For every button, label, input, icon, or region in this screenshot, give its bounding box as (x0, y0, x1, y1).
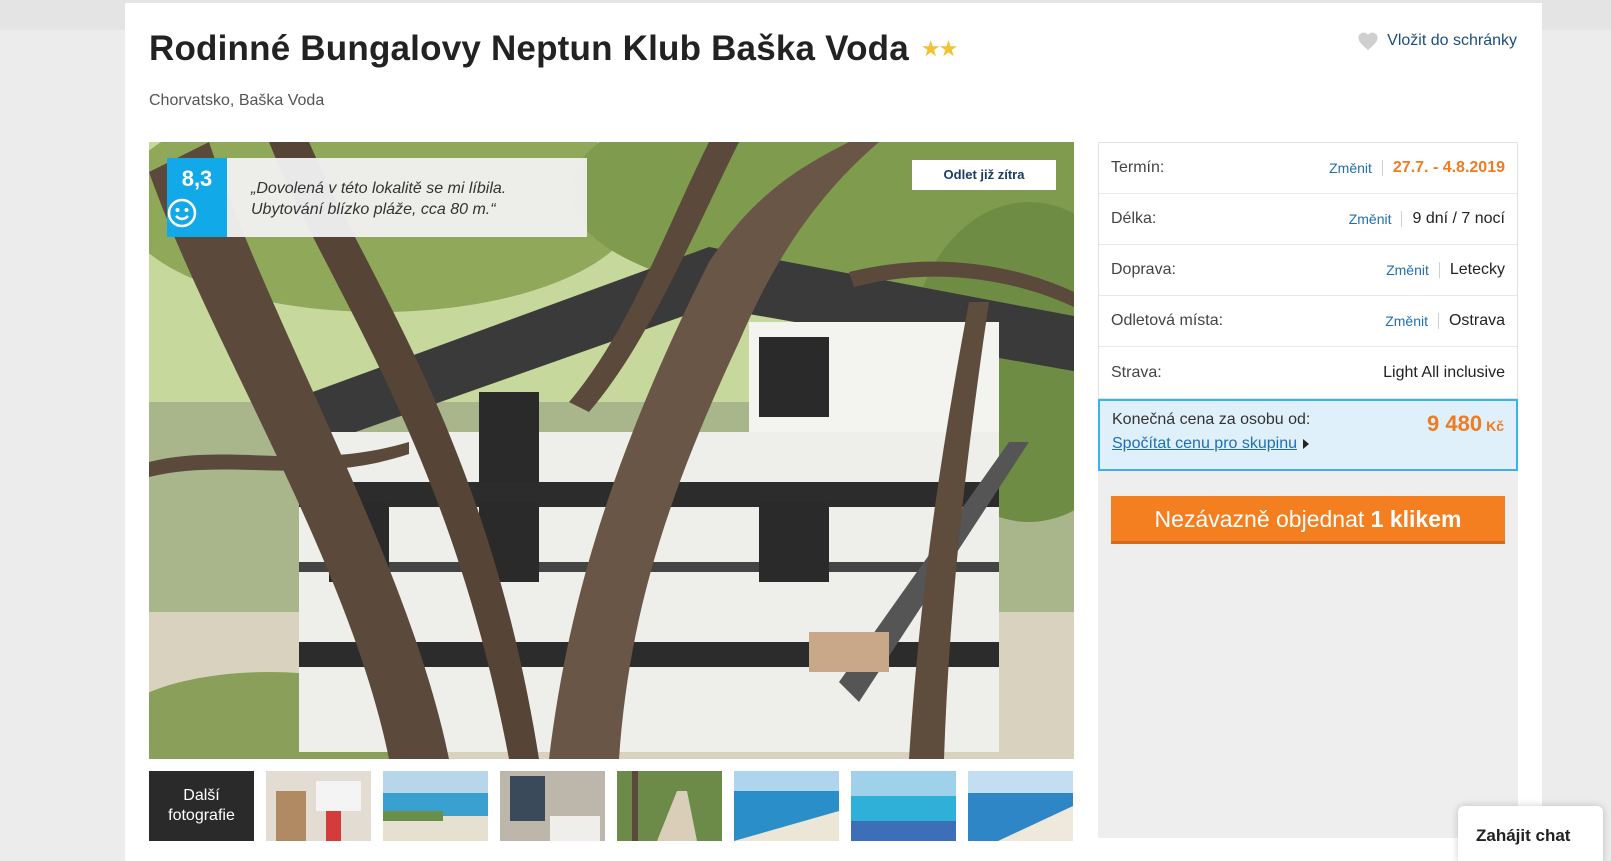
more-photos-button[interactable]: Další fotografie (149, 771, 254, 841)
thumbnail-path[interactable] (617, 771, 722, 841)
transport-label: Doprava: (1111, 261, 1176, 278)
group-price-link[interactable]: Spočítat cenu pro skupinu (1112, 435, 1310, 453)
order-button-prefix: Nezávazně objednat (1154, 506, 1365, 532)
rating-score: 8,3 (181, 166, 213, 191)
thumbnail-room-image (500, 771, 605, 841)
title-row: Rodinné Bungalovy Neptun Klub Baška Voda… (149, 29, 958, 69)
length-label: Délka: (1111, 210, 1157, 227)
thumbnail-beach-1-image (383, 771, 488, 841)
row-term: Termín: Změnit 27.7. - 4.8.2019 (1099, 143, 1517, 194)
order-button[interactable]: Nezávazně objednat 1 klikem (1111, 496, 1505, 544)
hotel-location: Chorvatsko, Baška Voda (149, 92, 325, 109)
thumbnail-interior[interactable] (266, 771, 371, 841)
heart-icon (1358, 32, 1378, 51)
favorites-label: Vložit do schránky (1387, 32, 1517, 49)
price-amount: 9 480 (1427, 411, 1483, 436)
review-badge[interactable]: 8,3 „Dovolená v této lokalitě se mi líbi… (167, 158, 587, 237)
thumbnail-beach-2-image (734, 771, 839, 841)
price-value: 9 480 Kč (1427, 411, 1504, 437)
arrow-right-icon (1303, 438, 1310, 449)
main-hotel-photo[interactable]: 8,3 „Dovolená v této lokalitě se mi líbi… (149, 142, 1074, 759)
length-value: 9 dní / 7 nocí (1412, 210, 1505, 227)
board-value: Light All inclusive (1383, 363, 1505, 381)
thumbnail-beach-3-image (851, 771, 956, 841)
term-label: Termín: (1111, 159, 1165, 176)
departure-value: Ostrava (1448, 312, 1505, 329)
add-to-favorites-button[interactable]: Vložit do schránky (1357, 31, 1517, 51)
start-chat-button[interactable]: Zahájit chat (1458, 806, 1603, 861)
change-departure-link[interactable]: Změnit (1385, 313, 1439, 329)
price-currency: Kč (1486, 418, 1504, 434)
thumbnail-interior-image (266, 771, 371, 841)
thumbnail-beach-4-image (968, 771, 1073, 841)
departure-label: Odletová místa: (1111, 312, 1224, 329)
group-price-label: Spočítat cenu pro skupinu (1112, 435, 1298, 452)
price-box: Konečná cena za osobu od: 9 480 Kč Spočít… (1098, 399, 1518, 471)
hotel-detail-page: Rodinné Bungalovy Neptun Klub Baška Voda… (125, 3, 1542, 861)
thumbnail-beach-4[interactable] (968, 771, 1073, 841)
term-value: 27.7. - 4.8.2019 (1392, 159, 1505, 176)
board-label: Strava: (1111, 363, 1162, 381)
row-departure: Odletová místa: Změnit Ostrava (1099, 296, 1517, 347)
thumbnail-room[interactable] (500, 771, 605, 841)
thumbnail-path-image (617, 771, 722, 841)
change-length-link[interactable]: Změnit (1349, 211, 1403, 227)
smiley-icon (167, 198, 197, 228)
booking-sidebar: Termín: Změnit 27.7. - 4.8.2019 Délka: Z… (1098, 142, 1518, 838)
row-board: Strava: Light All inclusive (1099, 347, 1517, 398)
transport-value: Letecky (1449, 261, 1505, 278)
photo-thumbnails: Další fotografie (149, 771, 1085, 841)
thumbnail-beach-1[interactable] (383, 771, 488, 841)
review-quote: „Dovolená v této lokalitě se mi líbila. … (227, 158, 587, 237)
change-transport-link[interactable]: Změnit (1386, 262, 1440, 278)
thumbnail-beach-2[interactable] (734, 771, 839, 841)
row-transport: Doprava: Změnit Letecky (1099, 245, 1517, 296)
rating-score-box: 8,3 (167, 158, 227, 237)
departure-badge: Odlet již zítra (912, 160, 1056, 190)
change-term-link[interactable]: Změnit (1329, 160, 1383, 176)
hotel-title: Rodinné Bungalovy Neptun Klub Baška Voda (149, 29, 909, 68)
trip-info-table: Termín: Změnit 27.7. - 4.8.2019 Délka: Z… (1098, 142, 1518, 399)
star-rating-icon: ★★ (920, 36, 958, 61)
order-button-bold: 1 klikem (1370, 506, 1462, 532)
thumbnail-beach-3[interactable] (851, 771, 956, 841)
row-length: Délka: Změnit 9 dní / 7 nocí (1099, 194, 1517, 245)
